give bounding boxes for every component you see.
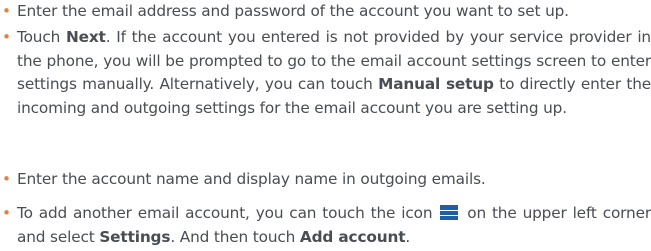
list-item-text: To add another email account, you can to… — [17, 202, 651, 249]
manual-setup-label: Manual setup — [378, 75, 494, 93]
list-item-account-name: • Enter the account name and display nam… — [0, 168, 651, 192]
next-label: Next — [65, 28, 106, 46]
step-text: Enter the account name and display name … — [17, 170, 486, 188]
list-item-touch-next: • Touch Next. If the account you entered… — [0, 26, 651, 120]
bullet-icon: • — [2, 170, 11, 188]
instruction-list: • Enter the email address and password o… — [0, 0, 651, 251]
step-text-mid2: . And then touch — [170, 227, 300, 246]
step-text-post: . — [405, 227, 411, 246]
list-item-add-account: • To add another email account, you can … — [0, 202, 651, 249]
step-text-pre: Touch — [17, 28, 66, 46]
step-text: Enter the email address and password of … — [17, 2, 569, 20]
bullet-icon: • — [2, 204, 11, 222]
menu-icon — [440, 205, 459, 220]
list-item-text: Touch Next. If the account you entered i… — [17, 26, 651, 120]
step-text-pre: To add another email account, you can to… — [17, 204, 439, 222]
bullet-icon: • — [2, 28, 11, 46]
list-item-text: Enter the account name and display name … — [17, 168, 651, 192]
list-item-text: Enter the email address and password of … — [17, 0, 651, 24]
add-account-label: Add account — [299, 227, 406, 246]
settings-label: Settings — [99, 227, 171, 246]
list-item-enter-credentials: • Enter the email address and password o… — [0, 0, 651, 24]
bullet-icon: • — [2, 2, 11, 20]
